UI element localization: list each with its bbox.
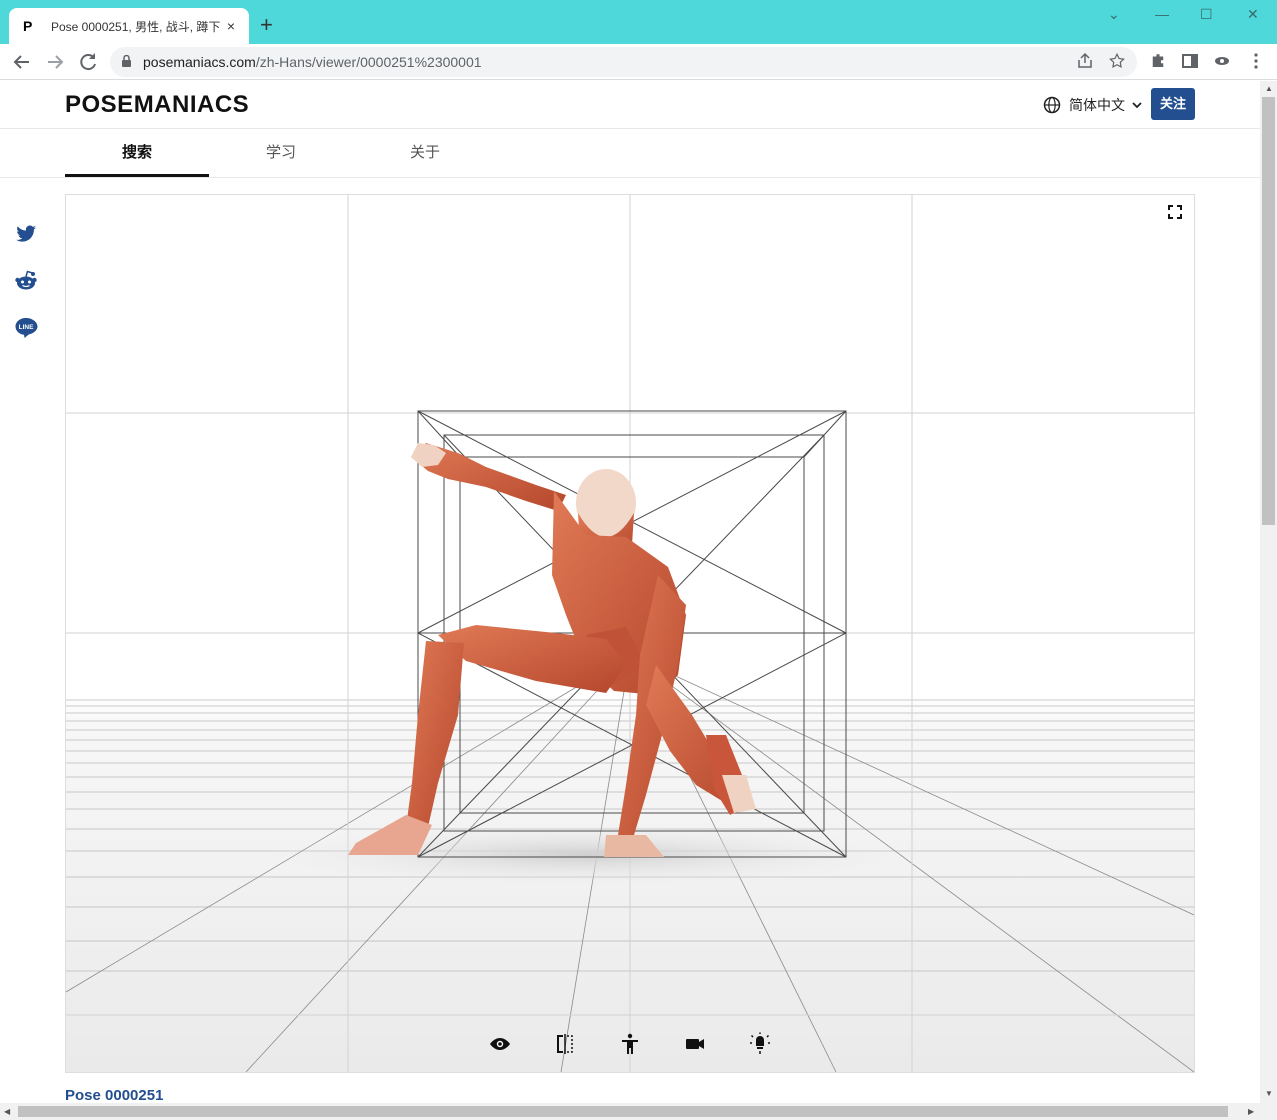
scroll-right-arrow[interactable]: ▶: [1248, 1107, 1254, 1116]
scroll-down-arrow[interactable]: ▼: [1265, 1089, 1273, 1098]
horizontal-scroll-thumb[interactable]: [18, 1106, 1228, 1117]
maximize-button[interactable]: ☐: [1200, 6, 1213, 23]
share-glyph: [1078, 52, 1092, 68]
scroll-up-arrow[interactable]: ▲: [1265, 84, 1273, 93]
forward-button[interactable]: [43, 50, 67, 74]
mirror-button[interactable]: [553, 1032, 577, 1056]
extensions-icon[interactable]: [1149, 52, 1167, 75]
chevron-down-icon: [1132, 102, 1142, 109]
light-button[interactable]: [748, 1032, 772, 1056]
url-path: /zh-Hans/viewer/0000251%2300001: [255, 54, 482, 70]
twitter-icon: [16, 225, 36, 242]
tab-search[interactable]: 搜索: [65, 129, 209, 177]
reload-button[interactable]: [76, 50, 100, 74]
share-icon[interactable]: [1076, 52, 1094, 75]
new-tab-button[interactable]: +: [260, 14, 273, 36]
star-glyph: [1109, 52, 1125, 69]
browser-window: P Pose 0000251, 男性, 战斗, 蹲下 × + ⌄ — ☐ ✕ p…: [0, 0, 1277, 1120]
minimize-button[interactable]: —: [1155, 6, 1169, 22]
viewer-controls: [66, 1016, 1194, 1072]
browser-toolbar: posemaniacs.com/zh-Hans/viewer/0000251%2…: [0, 44, 1277, 80]
forward-arrow-icon: [48, 55, 64, 69]
url-text: posemaniacs.com/zh-Hans/viewer/0000251%2…: [143, 54, 482, 70]
panel-glyph: [1182, 54, 1198, 68]
line-icon-text: LINE: [19, 324, 34, 331]
twitter-share-button[interactable]: [14, 222, 38, 246]
tab-search-icon[interactable]: ⌄: [1108, 6, 1120, 23]
menu-icon[interactable]: [1247, 52, 1265, 75]
title-bar: P Pose 0000251, 男性, 战斗, 蹲下 × + ⌄ — ☐ ✕: [0, 0, 1277, 44]
viewer-scene[interactable]: [66, 195, 1194, 1072]
back-button[interactable]: [10, 50, 34, 74]
puzzle-glyph: [1152, 54, 1164, 67]
address-bar[interactable]: posemaniacs.com/zh-Hans/viewer/0000251%2…: [110, 47, 1137, 77]
site-header: POSEMANIACS 简体中文 关注: [0, 81, 1260, 129]
mirror-icon: [557, 1034, 573, 1054]
main-nav: 搜索 学习 关于: [0, 129, 1260, 178]
camera-icon: [686, 1039, 704, 1049]
vertical-scroll-thumb[interactable]: [1262, 97, 1275, 525]
vertical-scrollbar[interactable]: ▲ ▼: [1260, 81, 1277, 1103]
pose-button[interactable]: [618, 1032, 642, 1056]
pose-title: Pose 0000251: [65, 1087, 164, 1103]
bookmark-star-icon[interactable]: [1108, 52, 1126, 75]
page-content: POSEMANIACS 简体中文 关注 搜索 学习 关于 LINE Pose 0…: [0, 81, 1260, 1103]
url-host: posemaniacs.com: [143, 54, 256, 70]
follow-button[interactable]: 关注: [1151, 88, 1195, 120]
tab-favicon: P: [23, 18, 33, 34]
profile-icon[interactable]: [1213, 52, 1231, 75]
side-panel-icon[interactable]: [1181, 52, 1199, 75]
kebab-glyph: [1254, 53, 1258, 69]
site-logo[interactable]: POSEMANIACS: [65, 91, 249, 119]
tab-learn[interactable]: 学习: [209, 129, 353, 177]
language-label: 简体中文: [1069, 97, 1125, 113]
lock-icon: [122, 55, 131, 67]
horizontal-scrollbar[interactable]: ◀ ▶: [0, 1103, 1277, 1120]
globe-icon: [1043, 96, 1061, 114]
language-selector[interactable]: 简体中文: [1043, 95, 1143, 115]
reddit-icon: [15, 270, 37, 290]
pose-icon: [622, 1033, 638, 1054]
reload-icon: [80, 53, 96, 71]
tab-close-icon[interactable]: ×: [223, 18, 239, 34]
fullscreen-icon[interactable]: [1168, 205, 1182, 219]
line-icon: LINE: [15, 318, 38, 338]
reddit-share-button[interactable]: [14, 269, 38, 293]
scroll-left-arrow[interactable]: ◀: [4, 1107, 10, 1116]
pose-viewer[interactable]: [65, 194, 1195, 1073]
back-arrow-icon: [13, 55, 29, 69]
line-share-button[interactable]: LINE: [14, 316, 38, 340]
browser-tab[interactable]: P Pose 0000251, 男性, 战斗, 蹲下 ×: [9, 8, 249, 44]
profile-glyph: [1215, 57, 1229, 65]
eye-button[interactable]: [488, 1032, 512, 1056]
light-icon: [750, 1032, 770, 1054]
camera-button[interactable]: [683, 1032, 707, 1056]
tab-about[interactable]: 关于: [353, 129, 497, 177]
tab-title: Pose 0000251, 男性, 战斗, 蹲下: [51, 19, 221, 34]
eye-icon: [490, 1038, 510, 1050]
close-window-button[interactable]: ✕: [1247, 6, 1259, 23]
